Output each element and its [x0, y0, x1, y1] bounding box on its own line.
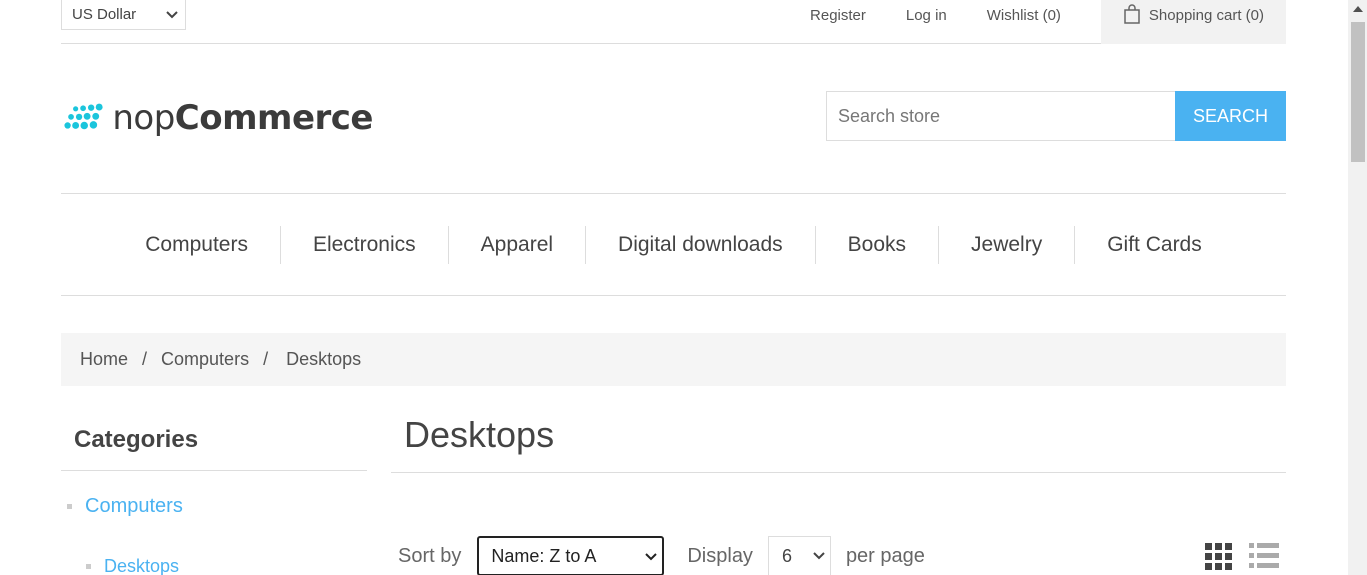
category-item-computers[interactable]: Computers	[67, 495, 183, 518]
product-selectors: Sort by Name: Z to A Display 6 per page	[398, 536, 925, 575]
top-menu: Computers Electronics Apparel Digital do…	[61, 193, 1286, 296]
grid-view-icon[interactable]	[1205, 543, 1232, 570]
per-page-label: per page	[845, 544, 925, 567]
breadcrumb-home[interactable]: Home	[80, 349, 128, 370]
page-title: Desktops	[391, 414, 1286, 473]
currency-value: US Dollar	[72, 6, 137, 23]
scrollbar-thumb[interactable]	[1351, 22, 1365, 162]
sort-label: Sort by	[398, 544, 462, 567]
scroll-up-arrow-icon[interactable]	[1353, 6, 1363, 12]
breadcrumb: Home / Computers / Desktops	[61, 333, 1286, 386]
search-button[interactable]: SEARCH	[1175, 91, 1286, 141]
page-size-select[interactable]: 6	[767, 536, 831, 575]
logo-dots-icon	[64, 103, 103, 130]
menu-item-gift-cards[interactable]: Gift Cards	[1074, 225, 1234, 264]
breadcrumb-separator: /	[263, 349, 269, 369]
category-item-desktops[interactable]: Desktops	[86, 556, 179, 575]
bullet-icon	[86, 564, 91, 569]
breadcrumb-separator: /	[142, 349, 148, 369]
page-size-value: 6	[781, 545, 792, 566]
sort-value: Name: Z to A	[491, 545, 597, 566]
shopping-bag-icon	[1124, 4, 1140, 24]
register-link[interactable]: Register	[810, 7, 866, 24]
top-links: Register Log in Wishlist (0) Shopping ca…	[810, 0, 1286, 44]
menu-item-books[interactable]: Books	[814, 225, 938, 264]
menu-item-digital-downloads[interactable]: Digital downloads	[585, 225, 815, 264]
menu-item-electronics[interactable]: Electronics	[279, 225, 448, 264]
menu-item-jewelry[interactable]: Jewelry	[938, 225, 1074, 264]
header-links-bar: US Dollar Register Log in Wishlist (0) S…	[61, 0, 1286, 44]
logo-text-suffix: Commerce	[174, 98, 374, 138]
list-view-icon[interactable]	[1249, 543, 1279, 570]
categories-title: Categories	[61, 420, 367, 471]
logo-text-prefix: nop	[112, 98, 175, 138]
vertical-scrollbar[interactable]	[1348, 0, 1367, 575]
chevron-down-icon	[645, 553, 658, 561]
display-label: Display	[687, 544, 753, 567]
store-logo[interactable]: nopCommerce	[63, 90, 374, 146]
cart-label: Shopping cart (0)	[1148, 6, 1264, 24]
currency-selector[interactable]: US Dollar	[61, 0, 186, 30]
menu-item-computers[interactable]: Computers	[113, 226, 280, 264]
breadcrumb-computers[interactable]: Computers	[161, 349, 249, 370]
chevron-down-icon	[166, 11, 178, 19]
sort-select[interactable]: Name: Z to A	[477, 536, 665, 575]
bullet-icon	[67, 504, 72, 509]
menu-item-apparel[interactable]: Apparel	[447, 225, 585, 264]
logo-text: nopCommerce	[112, 98, 373, 138]
category-label: Computers	[85, 495, 183, 517]
search-input[interactable]	[826, 91, 1176, 141]
login-link[interactable]: Log in	[906, 7, 947, 24]
wishlist-link[interactable]: Wishlist (0)	[987, 7, 1061, 24]
shopping-cart-link[interactable]: Shopping cart (0)	[1100, 0, 1286, 44]
chevron-down-icon	[813, 552, 825, 560]
breadcrumb-current: Desktops	[286, 349, 362, 369]
category-label: Desktops	[104, 556, 180, 575]
